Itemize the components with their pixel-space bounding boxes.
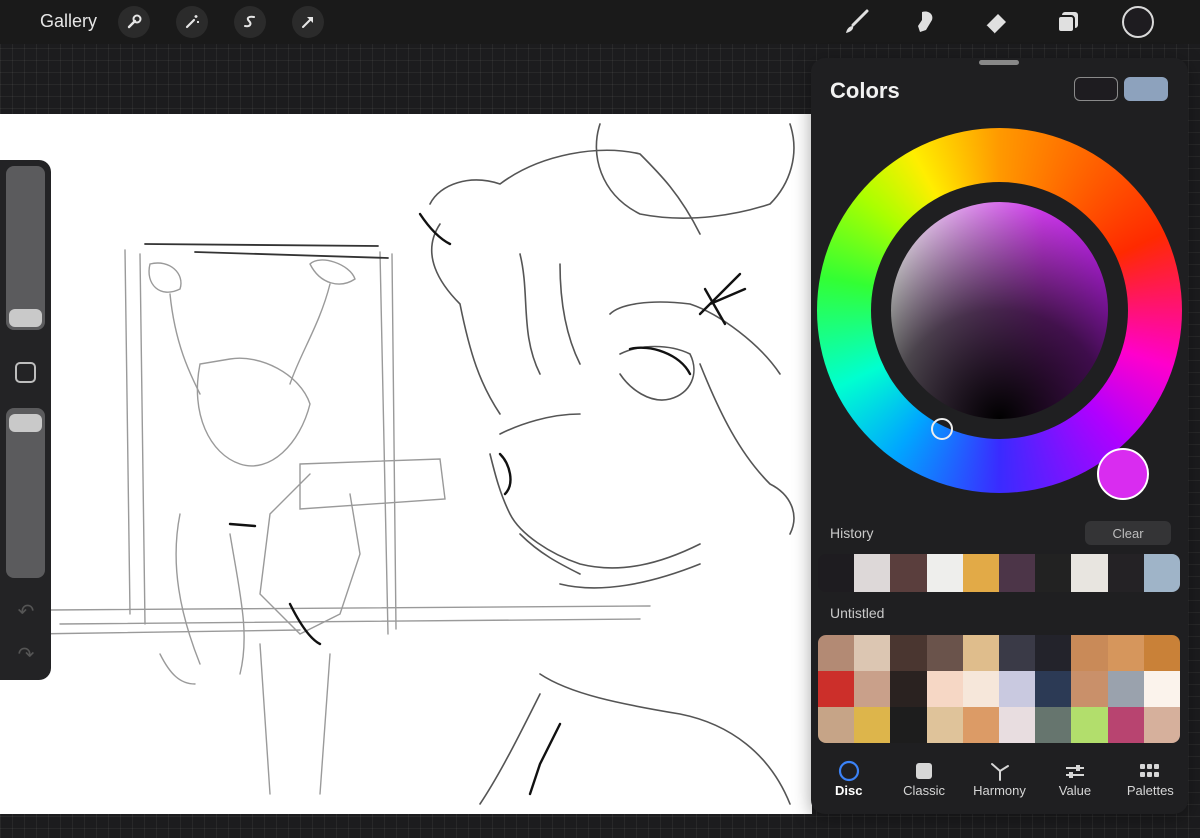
drawing-canvas[interactable] <box>0 114 812 814</box>
palette-swatch[interactable] <box>1107 671 1144 707</box>
palette-swatch[interactable] <box>1071 671 1108 707</box>
history-swatch[interactable] <box>1071 554 1108 592</box>
tab-classic-label: Classic <box>903 783 946 798</box>
tab-disc[interactable]: Disc <box>811 753 886 809</box>
palette-swatch[interactable] <box>1071 635 1108 671</box>
color-mode-tabs: Disc Classic Harmony Value Palettes <box>811 753 1188 809</box>
palette-swatch[interactable] <box>1071 707 1108 743</box>
palette-swatch[interactable] <box>999 635 1036 671</box>
top-toolbar: Gallery <box>0 0 1200 44</box>
history-swatch[interactable] <box>926 554 963 592</box>
palette-swatch[interactable] <box>962 671 999 707</box>
sketch-artwork <box>29 123 795 805</box>
color-disc[interactable] <box>817 128 1182 500</box>
redo-icon[interactable]: ↷ <box>14 645 38 665</box>
harmony-icon <box>989 759 1011 783</box>
history-swatch[interactable] <box>1035 554 1072 592</box>
selection-s-icon[interactable] <box>234 6 266 38</box>
palette-swatch[interactable] <box>1035 707 1072 743</box>
history-swatch[interactable] <box>818 554 855 592</box>
palette-swatch[interactable] <box>926 707 963 743</box>
palette-swatch[interactable] <box>854 635 891 671</box>
primary-color-swatch[interactable] <box>1124 77 1168 101</box>
modify-button[interactable] <box>15 362 36 383</box>
colors-panel: Colors History Clear Untistled Disc Clas… <box>811 58 1188 814</box>
history-swatches <box>818 554 1180 592</box>
palette-swatch[interactable] <box>854 671 891 707</box>
history-swatch[interactable] <box>999 554 1036 592</box>
palette-swatch[interactable] <box>1035 671 1072 707</box>
palette-swatch[interactable] <box>926 671 963 707</box>
tab-value[interactable]: Value <box>1037 753 1112 809</box>
palette-swatch[interactable] <box>1143 635 1180 671</box>
panel-grabber[interactable] <box>979 60 1019 65</box>
layers-icon[interactable] <box>1052 6 1084 38</box>
palette-swatch[interactable] <box>818 671 855 707</box>
palette-swatch[interactable] <box>818 707 855 743</box>
palette-swatches <box>818 635 1180 743</box>
opacity-slider-thumb[interactable] <box>9 414 42 432</box>
tab-palettes[interactable]: Palettes <box>1113 753 1188 809</box>
history-label: History <box>830 525 874 541</box>
palette-swatch[interactable] <box>890 635 927 671</box>
history-swatch[interactable] <box>854 554 891 592</box>
eraser-icon[interactable] <box>980 6 1012 38</box>
undo-icon[interactable]: ↶ <box>14 602 38 622</box>
clear-history-button[interactable]: Clear <box>1085 521 1171 545</box>
magic-wand-icon[interactable] <box>176 6 208 38</box>
palette-swatch[interactable] <box>999 671 1036 707</box>
classic-square-icon <box>915 759 933 783</box>
palette-swatch[interactable] <box>854 707 891 743</box>
wrench-icon[interactable] <box>118 6 150 38</box>
palette-swatch[interactable] <box>890 671 927 707</box>
tab-classic[interactable]: Classic <box>886 753 961 809</box>
gallery-button[interactable]: Gallery <box>40 11 97 32</box>
history-swatch[interactable] <box>1107 554 1144 592</box>
palette-swatch[interactable] <box>1107 707 1144 743</box>
tab-disc-label: Disc <box>834 783 863 798</box>
brush-size-slider[interactable] <box>6 166 45 330</box>
history-swatch[interactable] <box>1143 554 1180 592</box>
sidebar: ↶ ↷ <box>0 160 51 680</box>
transform-arrow-icon[interactable] <box>292 6 324 38</box>
panel-title: Colors <box>830 78 900 103</box>
palette-swatch[interactable] <box>1035 635 1072 671</box>
palette-swatch[interactable] <box>1107 635 1144 671</box>
palette-swatch[interactable] <box>926 635 963 671</box>
sliders-icon <box>1064 759 1086 783</box>
palette-swatch[interactable] <box>1143 671 1180 707</box>
saturation-handle[interactable] <box>931 418 953 440</box>
palette-swatch[interactable] <box>962 707 999 743</box>
brush-icon[interactable] <box>840 6 872 38</box>
palette-label: Untistled <box>830 605 885 621</box>
history-swatch[interactable] <box>890 554 927 592</box>
hue-handle[interactable] <box>1097 448 1149 500</box>
current-color-button[interactable] <box>1122 6 1154 38</box>
disc-icon <box>838 759 860 783</box>
tab-harmony[interactable]: Harmony <box>962 753 1037 809</box>
tab-harmony-label: Harmony <box>973 783 1026 798</box>
palette-swatch[interactable] <box>999 707 1036 743</box>
tab-palettes-label: Palettes <box>1126 783 1174 798</box>
palettes-grid-icon <box>1139 759 1161 783</box>
history-swatch[interactable] <box>962 554 1000 592</box>
palette-swatch[interactable] <box>890 707 927 743</box>
saturation-disc[interactable] <box>891 202 1108 419</box>
smudge-icon[interactable] <box>910 6 942 38</box>
palette-swatch[interactable] <box>818 635 855 671</box>
brush-opacity-slider[interactable] <box>6 408 45 578</box>
secondary-color-swatch[interactable] <box>1074 77 1118 101</box>
tab-value-label: Value <box>1058 783 1092 798</box>
palette-swatch[interactable] <box>1143 707 1180 743</box>
size-slider-thumb[interactable] <box>9 309 42 327</box>
palette-swatch[interactable] <box>962 635 999 671</box>
